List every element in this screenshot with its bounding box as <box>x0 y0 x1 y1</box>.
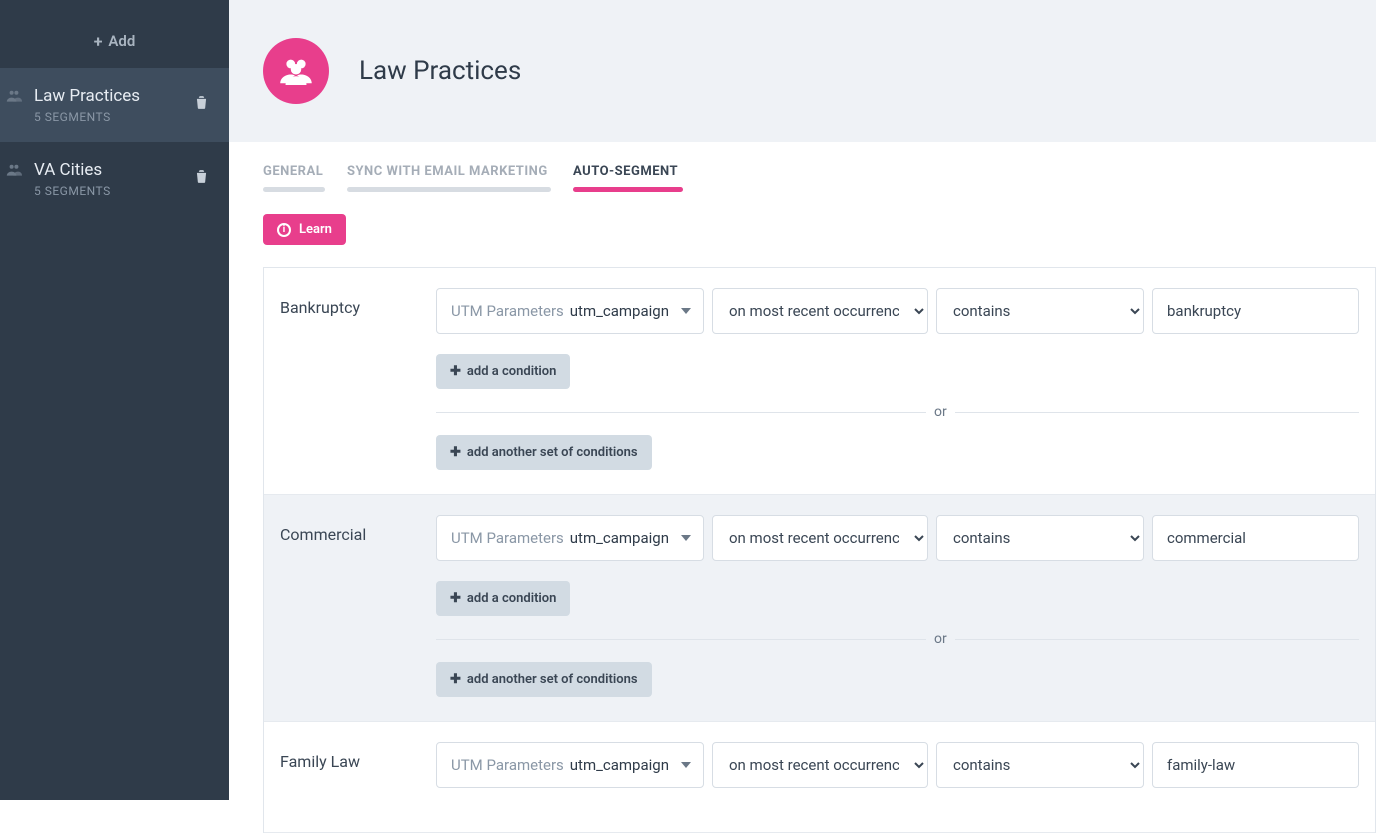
sidebar-item-sub: 5 SEGMENTS <box>34 110 209 124</box>
occurrence-select[interactable]: on most recent occurrence <box>712 515 928 561</box>
param-group-label: UTM Parameters <box>451 756 564 774</box>
param-group-label: UTM Parameters <box>451 302 564 320</box>
segment-name: Family Law <box>280 742 436 808</box>
plus-icon: ✚ <box>450 445 461 460</box>
main: Law Practices GENERAL SYNC WITH EMAIL MAR… <box>229 0 1376 800</box>
chevron-down-icon <box>681 762 691 768</box>
tab[interactable]: SYNC WITH EMAIL MARKETING <box>347 164 551 192</box>
param-group-label: UTM Parameters <box>451 529 564 547</box>
users-icon <box>6 162 22 181</box>
operator-select[interactable]: contains <box>936 742 1144 788</box>
or-label: or <box>926 631 955 647</box>
add-label: Add <box>108 32 135 50</box>
add-condition-set-button[interactable]: ✚ add another set of conditions <box>436 435 652 470</box>
add-condition-button[interactable]: ✚ add a condition <box>436 354 570 389</box>
param-dropdown[interactable]: UTM Parameters utm_campaign <box>436 288 704 334</box>
tab[interactable]: GENERAL <box>263 164 325 192</box>
segment-name: Commercial <box>280 515 436 697</box>
condition-row: UTM Parameters utm_campaignon most recen… <box>436 742 1359 788</box>
page-title: Law Practices <box>359 56 521 86</box>
chevron-down-icon <box>681 308 691 314</box>
operator-select[interactable]: contains <box>936 288 1144 334</box>
info-icon: i <box>277 223 291 237</box>
tab[interactable]: AUTO-SEGMENT <box>573 164 683 192</box>
add-set-label: add another set of conditions <box>467 672 638 687</box>
sidebar-item-title: Law Practices <box>34 86 209 106</box>
occurrence-select[interactable]: on most recent occurrence <box>712 742 928 788</box>
learn-button[interactable]: i Learn <box>263 214 346 245</box>
param-value: utm_campaign <box>570 529 669 547</box>
tab-label: AUTO-SEGMENT <box>573 164 683 187</box>
or-label: or <box>926 404 955 420</box>
param-dropdown[interactable]: UTM Parameters utm_campaign <box>436 515 704 561</box>
add-set-label: add another set of conditions <box>467 445 638 460</box>
plus-icon: ✚ <box>450 364 461 379</box>
users-group-icon <box>263 38 329 104</box>
condition-row: UTM Parameters utm_campaignon most recen… <box>436 288 1359 334</box>
toolbar: i Learn <box>229 202 1376 267</box>
segment-row: Family LawUTM Parameters utm_campaignon … <box>264 722 1375 833</box>
plus-icon: ✚ <box>450 672 461 687</box>
tab-underline <box>347 187 551 192</box>
users-icon <box>6 88 22 107</box>
value-input[interactable] <box>1152 515 1359 561</box>
operator-select[interactable]: contains <box>936 515 1144 561</box>
sidebar-item-title: VA Cities <box>34 160 209 180</box>
sidebar-item[interactable]: Law Practices 5 SEGMENTS <box>0 68 229 142</box>
value-input[interactable] <box>1152 288 1359 334</box>
add-condition-set-button[interactable]: ✚ add another set of conditions <box>436 662 652 697</box>
tabs: GENERAL SYNC WITH EMAIL MARKETING AUTO-SEG… <box>229 142 1376 202</box>
plus-icon: ✚ <box>450 591 461 606</box>
condition-row: UTM Parameters utm_campaignon most recen… <box>436 515 1359 561</box>
sidebar-item[interactable]: VA Cities 5 SEGMENTS <box>0 142 229 216</box>
add-button[interactable]: + Add <box>0 14 229 68</box>
sidebar-item-sub: 5 SEGMENTS <box>34 184 209 198</box>
trash-icon[interactable] <box>196 96 207 112</box>
value-input[interactable] <box>1152 742 1359 788</box>
plus-icon: + <box>94 32 103 51</box>
page-header: Law Practices <box>229 0 1376 142</box>
chevron-down-icon <box>681 535 691 541</box>
segment-name: Bankruptcy <box>280 288 436 470</box>
segments-list: BankruptcyUTM Parameters utm_campaignon … <box>263 267 1376 833</box>
or-separator: or <box>436 401 1359 423</box>
tab-label: GENERAL <box>263 164 325 187</box>
segment-row: CommercialUTM Parameters utm_campaignon … <box>264 495 1375 722</box>
param-dropdown[interactable]: UTM Parameters utm_campaign <box>436 742 704 788</box>
learn-label: Learn <box>299 222 332 237</box>
sidebar: + Add Law Practices 5 SEGMENTS VA Cities 5 … <box>0 0 229 800</box>
add-condition-label: add a condition <box>467 364 557 379</box>
add-condition-button[interactable]: ✚ add a condition <box>436 581 570 616</box>
trash-icon[interactable] <box>196 170 207 186</box>
segment-row: BankruptcyUTM Parameters utm_campaignon … <box>264 268 1375 495</box>
tab-underline <box>573 187 683 192</box>
or-separator: or <box>436 628 1359 650</box>
param-value: utm_campaign <box>570 756 669 774</box>
tab-label: SYNC WITH EMAIL MARKETING <box>347 164 551 187</box>
add-condition-label: add a condition <box>467 591 557 606</box>
occurrence-select[interactable]: on most recent occurrence <box>712 288 928 334</box>
param-value: utm_campaign <box>570 302 669 320</box>
tab-underline <box>263 187 325 192</box>
